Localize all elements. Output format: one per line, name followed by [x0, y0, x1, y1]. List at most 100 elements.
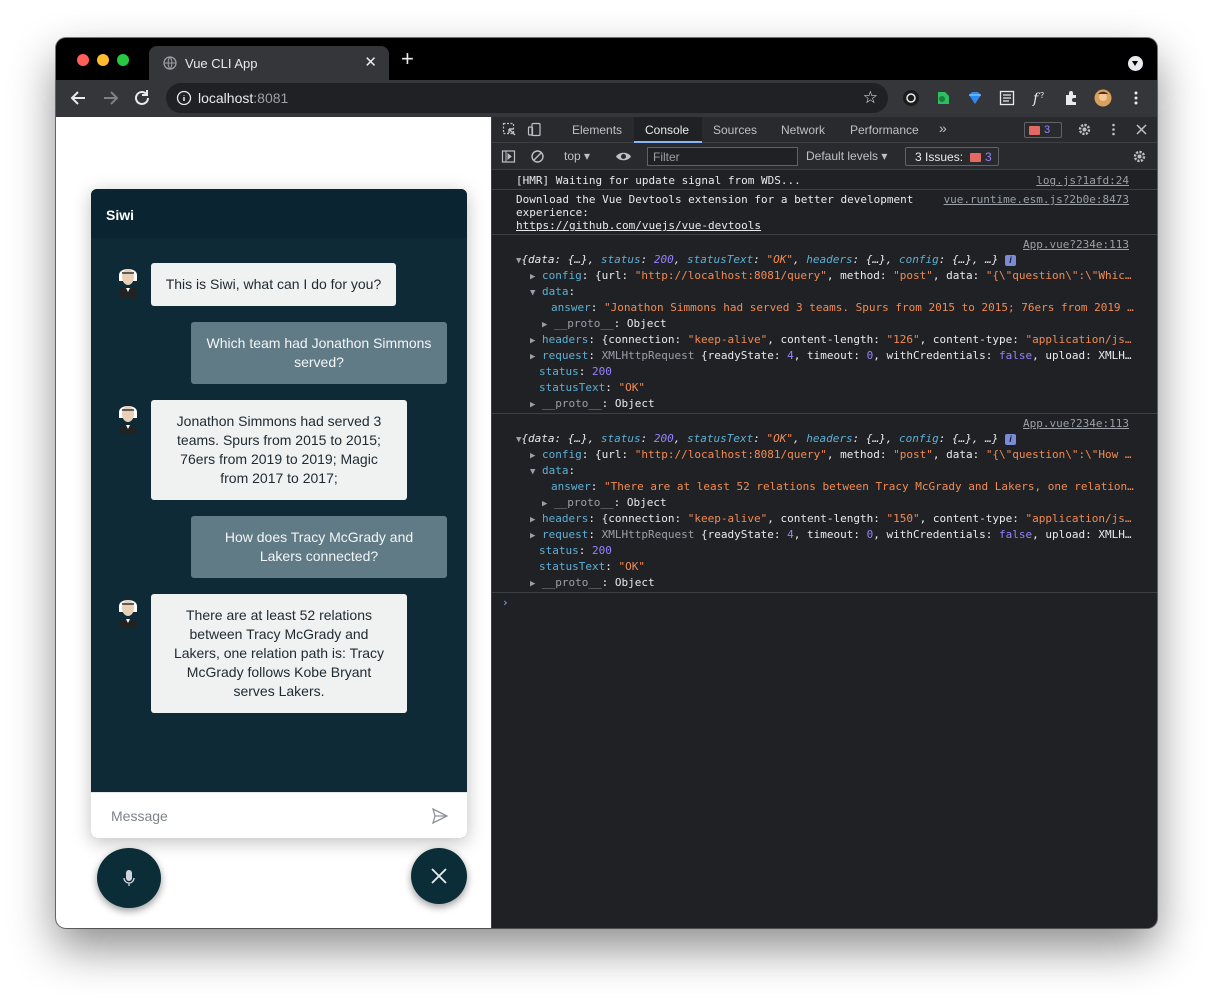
- url-host: localhost: [198, 90, 254, 106]
- close-window-button[interactable]: [77, 54, 89, 66]
- issues-count: 3: [985, 150, 992, 164]
- status-row: status: 200: [539, 544, 612, 557]
- gem-extension-icon[interactable]: [966, 89, 984, 107]
- devtools-panel: Elements Console Sources Network Perform…: [491, 117, 1157, 928]
- proto-row[interactable]: ▶ __proto__: Object: [530, 397, 655, 410]
- web-page: Siwi This is Siwi, what can I do for you…: [56, 117, 491, 928]
- proto-row[interactable]: ▶ __proto__: Object: [542, 317, 667, 330]
- console-log-line: experience:: [516, 206, 589, 219]
- bot-avatar-icon: [118, 269, 138, 297]
- message-input[interactable]: Message: [91, 792, 467, 838]
- tab-performance[interactable]: Performance: [850, 123, 919, 137]
- device-toolbar-icon[interactable]: [527, 122, 542, 137]
- close-devtools-icon[interactable]: [1134, 122, 1149, 137]
- chat-message-bot: This is Siwi, what can I do for you?: [151, 263, 396, 306]
- function-extension-icon[interactable]: f?: [1030, 89, 1048, 107]
- console-separator: [492, 189, 1157, 190]
- request-row[interactable]: ▶ request: XMLHttpRequest {readyState: 4…: [530, 349, 1132, 362]
- browser-tab[interactable]: Vue CLI App ✕: [149, 46, 389, 80]
- site-info-icon[interactable]: [176, 90, 192, 106]
- response-object-summary[interactable]: ▼{data: {…}, status: 200, statusText: "O…: [516, 253, 1016, 266]
- console-settings-gear-icon[interactable]: [1132, 149, 1147, 164]
- new-tab-button[interactable]: +: [401, 48, 414, 70]
- microphone-button[interactable]: [97, 848, 161, 908]
- profile-avatar-icon[interactable]: [1094, 89, 1112, 107]
- context-selector[interactable]: top ▾: [564, 149, 590, 163]
- answer-row: answer: "Jonathon Simmons had served 3 t…: [551, 301, 1134, 314]
- evernote-extension-icon[interactable]: [934, 89, 952, 107]
- answer-row: answer: "There are at least 52 relations…: [551, 480, 1134, 493]
- issues-error-icon: [970, 153, 981, 162]
- svg-text:?: ?: [1040, 91, 1044, 100]
- extension-circle-icon[interactable]: [902, 89, 920, 107]
- error-count-badge[interactable]: 3: [1024, 122, 1062, 138]
- console-separator: [492, 413, 1157, 414]
- devtools-menu-icon[interactable]: [1106, 122, 1121, 137]
- message-input-placeholder: Message: [111, 808, 168, 824]
- tab-console[interactable]: Console: [645, 123, 689, 137]
- chat-title: Siwi: [106, 207, 135, 223]
- extensions-puzzle-icon[interactable]: [1062, 89, 1080, 107]
- headers-row[interactable]: ▶ headers: {connection: "keep-alive", co…: [530, 333, 1132, 346]
- console-filter-bar: top ▾ Filter Default levels ▾ 3 Issues: …: [492, 143, 1157, 170]
- close-chat-button[interactable]: [411, 848, 467, 904]
- config-row[interactable]: ▶ config: {url: "http://localhost:8081/q…: [530, 269, 1132, 282]
- data-row[interactable]: ▼ data:: [530, 285, 575, 298]
- status-text-row: statusText: "OK": [539, 560, 645, 573]
- console-log-line: [HMR] Waiting for update signal from WDS…: [516, 174, 801, 187]
- devtools-tab-bar: Elements Console Sources Network Perform…: [492, 117, 1157, 143]
- tab-network[interactable]: Network: [781, 123, 825, 137]
- proto-row[interactable]: ▶ __proto__: Object: [542, 496, 667, 509]
- microphone-icon: [123, 870, 135, 886]
- chat-message-bot: There are at least 52 relations between …: [151, 594, 407, 713]
- tab-sources[interactable]: Sources: [713, 123, 757, 137]
- bookmark-star-icon[interactable]: ☆: [863, 88, 878, 108]
- maximize-window-button[interactable]: [117, 54, 129, 66]
- console-separator: [492, 234, 1157, 235]
- inspect-element-icon[interactable]: [502, 122, 517, 137]
- devtools-link[interactable]: https://github.com/vuejs/vue-devtools: [516, 219, 761, 232]
- request-row[interactable]: ▶ request: XMLHttpRequest {readyState: 4…: [530, 528, 1132, 541]
- reader-extension-icon[interactable]: [998, 89, 1016, 107]
- console-source-link[interactable]: vue.runtime.esm.js?2b0e:8473: [944, 193, 1129, 206]
- console-source-link[interactable]: App.vue?234e:113: [1023, 417, 1129, 430]
- settings-gear-icon[interactable]: [1077, 122, 1092, 137]
- error-icon: [1029, 126, 1040, 135]
- log-levels-dropdown[interactable]: Default levels ▾: [806, 149, 887, 163]
- live-expression-eye-icon[interactable]: [615, 149, 632, 164]
- browser-menu-icon[interactable]: [1127, 89, 1145, 107]
- headers-row[interactable]: ▶ headers: {connection: "keep-alive", co…: [530, 512, 1132, 525]
- close-tab-icon[interactable]: ✕: [364, 53, 377, 71]
- bot-avatar-icon: [118, 406, 138, 434]
- console-source-link[interactable]: App.vue?234e:113: [1023, 238, 1129, 251]
- data-row[interactable]: ▼ data:: [530, 464, 575, 477]
- console-output: [HMR] Waiting for update signal from WDS…: [492, 171, 1157, 928]
- more-tabs-button[interactable]: »: [939, 120, 947, 136]
- back-icon[interactable]: [68, 87, 90, 109]
- config-row[interactable]: ▶ config: {url: "http://localhost:8081/q…: [530, 448, 1132, 461]
- error-count: 3: [1044, 124, 1051, 136]
- tab-elements[interactable]: Elements: [572, 123, 622, 137]
- chat-message-bot: Jonathon Simmons had served 3 teams. Spu…: [151, 400, 407, 500]
- proto-row[interactable]: ▶ __proto__: Object: [530, 576, 655, 589]
- response-object-summary[interactable]: ▼{data: {…}, status: 200, statusText: "O…: [516, 432, 1016, 445]
- console-filter-input[interactable]: Filter: [647, 147, 798, 166]
- console-source-link[interactable]: log.js?1afd:24: [1036, 174, 1129, 187]
- minimize-window-button[interactable]: [97, 54, 109, 66]
- browser-toolbar: localhost:8081 ☆ f?: [56, 80, 1157, 117]
- tab-search-icon[interactable]: [1128, 56, 1143, 71]
- console-prompt-input[interactable]: ›: [502, 596, 509, 609]
- console-log-line: Download the Vue Devtools extension for …: [516, 193, 914, 206]
- sidebar-toggle-icon[interactable]: [501, 149, 516, 164]
- send-icon[interactable]: [431, 807, 449, 825]
- forward-icon[interactable]: [99, 87, 121, 109]
- reload-icon[interactable]: [131, 87, 153, 109]
- address-bar[interactable]: localhost:8081 ☆: [166, 83, 888, 113]
- console-separator: [492, 592, 1157, 593]
- chat-header: Siwi: [91, 189, 467, 238]
- clear-console-icon[interactable]: [530, 149, 545, 164]
- chat-window: Siwi This is Siwi, what can I do for you…: [91, 189, 467, 838]
- issues-badge[interactable]: 3 Issues: 3: [905, 147, 999, 166]
- browser-window: Vue CLI App ✕ + localhost:8081 ☆ f? Siwi: [56, 38, 1157, 928]
- chat-message-user: How does Tracy McGrady and Lakers connec…: [191, 516, 447, 578]
